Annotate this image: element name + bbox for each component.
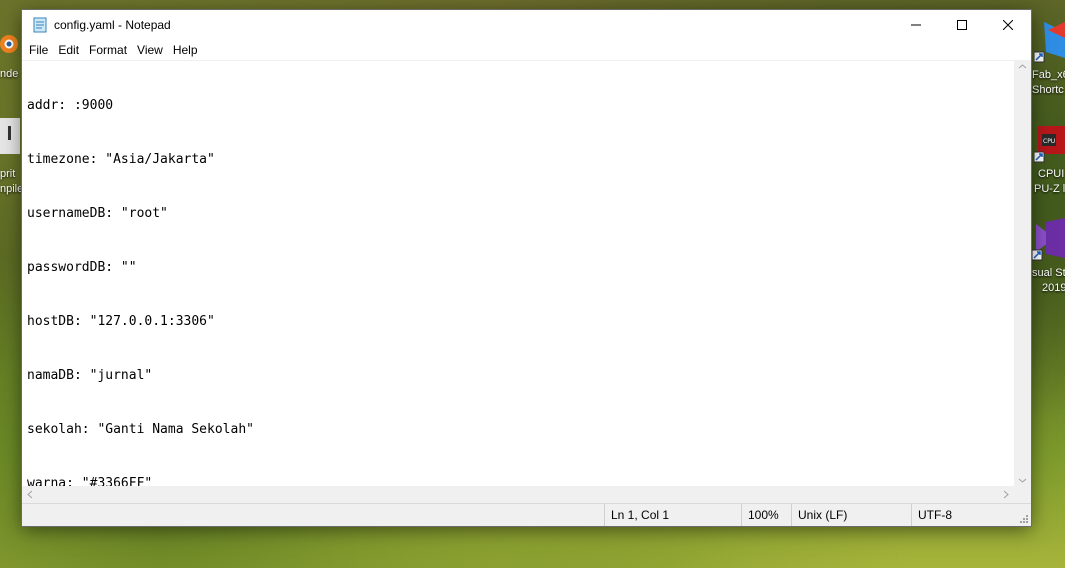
editor-line: usernameDB: "root" (27, 206, 168, 221)
editor-line: sekolah: "Ganti Nama Sekolah" (27, 422, 254, 437)
menu-format[interactable]: Format (84, 40, 132, 60)
minimize-button[interactable] (893, 10, 939, 40)
menu-help[interactable]: Help (168, 40, 203, 60)
desktop-icon-right-1[interactable] (1033, 18, 1065, 64)
editor-area: addr: :9000 timezone: "Asia/Jakarta" use… (22, 60, 1031, 487)
menu-view[interactable]: View (132, 40, 168, 60)
desktop-label-left-2: prit (0, 168, 16, 180)
desktop-label-right-4: PU-Z l (1034, 183, 1065, 195)
editor-line: addr: :9000 (27, 98, 114, 113)
editor-line: hostDB: "127.0.0.1:3306" (27, 314, 215, 329)
close-icon (1003, 20, 1013, 30)
desktop-label-right-5: sual St (1032, 267, 1065, 279)
desktop-icon-left-2[interactable] (0, 118, 20, 154)
vertical-scrollbar[interactable] (1014, 61, 1031, 487)
maximize-button[interactable] (939, 10, 985, 40)
desktop-label-left-1: nde (0, 68, 19, 80)
menu-edit[interactable]: Edit (53, 40, 84, 60)
window-title: config.yaml - Notepad (54, 18, 171, 32)
desktop-label-right-3: CPUI (1038, 168, 1065, 180)
desktop-label-right-2: Shortc (1032, 84, 1064, 96)
editor-line: passwordDB: "" (27, 260, 137, 275)
title-bar[interactable]: config.yaml - Notepad (22, 10, 1031, 40)
desktop-icon-right-2[interactable]: CPU (1033, 122, 1065, 164)
editor-line: namaDB: "jurnal" (27, 368, 153, 383)
status-zoom: 100% (741, 504, 788, 526)
status-encoding: UTF-8 (911, 504, 998, 526)
scroll-right-icon[interactable] (1003, 490, 1009, 499)
resize-grip-icon[interactable] (1019, 514, 1029, 524)
menu-bar: File Edit Format View Help (22, 40, 1031, 60)
desktop-icon-right-3[interactable] (1031, 218, 1065, 262)
horizontal-scrollbar[interactable] (22, 486, 1014, 503)
notepad-window: config.yaml - Notepad File Edit Format V… (22, 10, 1031, 526)
minimize-icon (911, 24, 921, 26)
scroll-down-icon[interactable] (1018, 478, 1027, 483)
status-bar: Ln 1, Col 1 100% Unix (LF) UTF-8 (22, 503, 1031, 526)
cpuz-icon: CPU (1033, 126, 1065, 163)
fab-shortcut-icon (1033, 22, 1065, 63)
desktop-label-right-6: 2019 (1042, 282, 1065, 294)
editor-line: timezone: "Asia/Jakarta" (27, 152, 215, 167)
blender-icon (0, 35, 18, 53)
desktop-label-left-3: npile (0, 183, 24, 195)
close-button[interactable] (985, 10, 1031, 40)
desktop-icon-left-1[interactable] (0, 28, 22, 60)
scroll-left-icon[interactable] (27, 490, 33, 499)
menu-file[interactable]: File (24, 40, 53, 60)
status-position: Ln 1, Col 1 (604, 504, 741, 526)
notepad-icon (32, 17, 48, 33)
app-icon (0, 118, 20, 154)
desktop-label-right-1: Fab_x6 (1032, 69, 1065, 81)
status-line-ending: Unix (LF) (791, 504, 908, 526)
svg-text:CPU: CPU (1043, 138, 1055, 145)
text-editor[interactable]: addr: :9000 timezone: "Asia/Jakarta" use… (22, 61, 1014, 487)
scroll-up-icon[interactable] (1018, 64, 1027, 69)
scrollbar-corner (1014, 486, 1031, 503)
maximize-icon (957, 20, 967, 30)
visual-studio-icon (1031, 218, 1065, 261)
